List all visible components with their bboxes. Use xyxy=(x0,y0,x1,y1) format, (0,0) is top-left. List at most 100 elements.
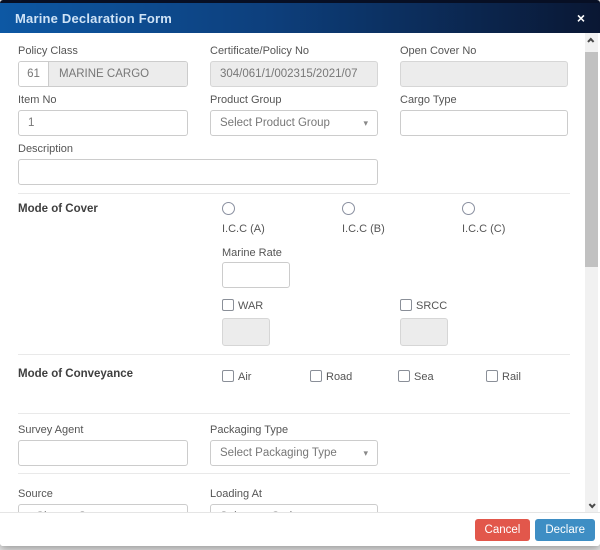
chevron-up-icon[interactable] xyxy=(585,33,598,47)
road-option: Road xyxy=(298,367,386,385)
war-srcc-row: WAR SRCC xyxy=(210,296,570,346)
rail-option: Rail xyxy=(474,367,562,385)
divider xyxy=(18,413,570,414)
caret-down-icon: ▾ xyxy=(363,448,368,459)
row-survey: Survey Agent Packaging Type Select Packa… xyxy=(18,424,570,466)
description-label: Description xyxy=(18,143,570,156)
item-no-group: Item No xyxy=(18,94,188,136)
packaging-type-label: Packaging Type xyxy=(210,424,378,437)
icc-c-option: I.C.C (C) xyxy=(450,202,570,235)
packaging-type-select[interactable]: Select Packaging Type ▾ xyxy=(210,440,378,466)
empty-cell xyxy=(400,488,568,512)
modal-body: Policy Class 61 MARINE CARGO Certificate… xyxy=(0,33,600,512)
scrollbar-thumb[interactable] xyxy=(585,52,598,267)
icc-c-radio[interactable] xyxy=(462,202,475,215)
declare-button[interactable]: Declare xyxy=(535,519,595,541)
sea-option: Sea xyxy=(386,367,474,385)
war-rate-box xyxy=(222,318,270,346)
policy-class-group: Policy Class 61 MARINE CARGO xyxy=(18,45,188,87)
cargo-type-group: Cargo Type xyxy=(400,94,568,136)
air-checkbox[interactable] xyxy=(222,370,234,382)
caret-down-icon: ▾ xyxy=(363,118,368,129)
mode-of-conveyance-section: Mode of Conveyance Air Road Sea Rail xyxy=(18,367,570,385)
product-group-group: Product Group Select Product Group ▾ xyxy=(210,94,378,136)
open-cover-group: Open Cover No xyxy=(400,45,568,87)
chevron-down-icon[interactable] xyxy=(585,498,598,512)
loading-at-group: Loading At Select an Option ▾ xyxy=(210,488,378,512)
modal-footer: Cancel Declare xyxy=(0,512,600,546)
icc-b-label: I.C.C (B) xyxy=(342,223,450,235)
rail-checkbox[interactable] xyxy=(486,370,498,382)
row-source: Source --Choose Source ▾ Loading At Sele… xyxy=(18,488,570,512)
policy-class-label: Policy Class xyxy=(18,45,188,58)
open-cover-input xyxy=(400,61,568,87)
loading-at-label: Loading At xyxy=(210,488,378,501)
close-icon[interactable]: × xyxy=(577,11,585,25)
policy-class-input-group: 61 MARINE CARGO xyxy=(18,61,188,87)
marine-rate-label: Marine Rate xyxy=(222,247,570,259)
source-value: --Choose Source xyxy=(28,511,115,512)
divider xyxy=(18,354,570,355)
modal-header: Marine Declaration Form × xyxy=(0,0,600,33)
survey-agent-group: Survey Agent xyxy=(18,424,188,466)
marine-rate-group: Marine Rate xyxy=(210,247,570,288)
road-checkbox[interactable] xyxy=(310,370,322,382)
mode-of-conveyance-label: Mode of Conveyance xyxy=(18,367,210,385)
product-group-value: Select Product Group xyxy=(220,117,330,129)
mode-of-cover-section: Mode of Cover I.C.C (A) I.C.C (B) I.C.C … xyxy=(18,202,570,235)
row-policy: Policy Class 61 MARINE CARGO Certificate… xyxy=(18,45,570,87)
mode-of-cover-label: Mode of Cover xyxy=(18,202,210,235)
marine-declaration-modal: Marine Declaration Form × Policy Class 6… xyxy=(0,0,600,546)
certificate-policy-input xyxy=(210,61,378,87)
packaging-type-group: Packaging Type Select Packaging Type ▾ xyxy=(210,424,378,466)
icc-a-option: I.C.C (A) xyxy=(210,202,330,235)
sea-checkbox[interactable] xyxy=(398,370,410,382)
srcc-rate-box xyxy=(400,318,448,346)
air-option: Air xyxy=(210,367,298,385)
war-group: WAR xyxy=(210,296,388,346)
source-label: Source xyxy=(18,488,188,501)
icc-b-radio[interactable] xyxy=(342,202,355,215)
war-checkbox[interactable] xyxy=(222,299,234,311)
source-select[interactable]: --Choose Source ▾ xyxy=(18,504,188,512)
srcc-checkbox[interactable] xyxy=(400,299,412,311)
icc-a-label: I.C.C (A) xyxy=(222,223,330,235)
empty-cell xyxy=(400,424,568,466)
item-no-label: Item No xyxy=(18,94,188,107)
road-label: Road xyxy=(326,371,352,383)
sea-label: Sea xyxy=(414,371,434,383)
form-content: Policy Class 61 MARINE CARGO Certificate… xyxy=(0,33,600,512)
row-item: Item No Product Group Select Product Gro… xyxy=(18,94,570,136)
mode-of-cover-options: I.C.C (A) I.C.C (B) I.C.C (C) xyxy=(210,202,570,235)
marine-rate-input[interactable] xyxy=(222,262,290,288)
divider xyxy=(18,473,570,474)
srcc-group: SRCC xyxy=(388,296,566,346)
cargo-type-label: Cargo Type xyxy=(400,94,568,107)
loading-at-select[interactable]: Select an Option ▾ xyxy=(210,504,378,512)
policy-class-code: 61 xyxy=(19,62,49,86)
air-label: Air xyxy=(238,371,251,383)
caret-down-icon: ▾ xyxy=(173,512,178,513)
description-input[interactable] xyxy=(18,159,378,185)
cancel-button[interactable]: Cancel xyxy=(475,519,531,541)
war-label: WAR xyxy=(238,300,263,312)
source-group: Source --Choose Source ▾ xyxy=(18,488,188,512)
packaging-type-value: Select Packaging Type xyxy=(220,447,337,459)
divider xyxy=(18,193,570,194)
icc-b-option: I.C.C (B) xyxy=(330,202,450,235)
scrollbar[interactable] xyxy=(585,33,598,512)
product-group-select[interactable]: Select Product Group ▾ xyxy=(210,110,378,136)
certificate-policy-group: Certificate/Policy No xyxy=(210,45,378,87)
cargo-type-input[interactable] xyxy=(400,110,568,136)
icc-c-label: I.C.C (C) xyxy=(462,223,570,235)
policy-class-name: MARINE CARGO xyxy=(49,62,187,86)
srcc-label: SRCC xyxy=(416,300,447,312)
survey-agent-label: Survey Agent xyxy=(18,424,188,437)
icc-a-radio[interactable] xyxy=(222,202,235,215)
rail-label: Rail xyxy=(502,371,521,383)
modal-title: Marine Declaration Form xyxy=(15,11,172,26)
mode-of-conveyance-options: Air Road Sea Rail xyxy=(210,367,570,385)
open-cover-label: Open Cover No xyxy=(400,45,568,58)
survey-agent-input[interactable] xyxy=(18,440,188,466)
item-no-input[interactable] xyxy=(18,110,188,136)
